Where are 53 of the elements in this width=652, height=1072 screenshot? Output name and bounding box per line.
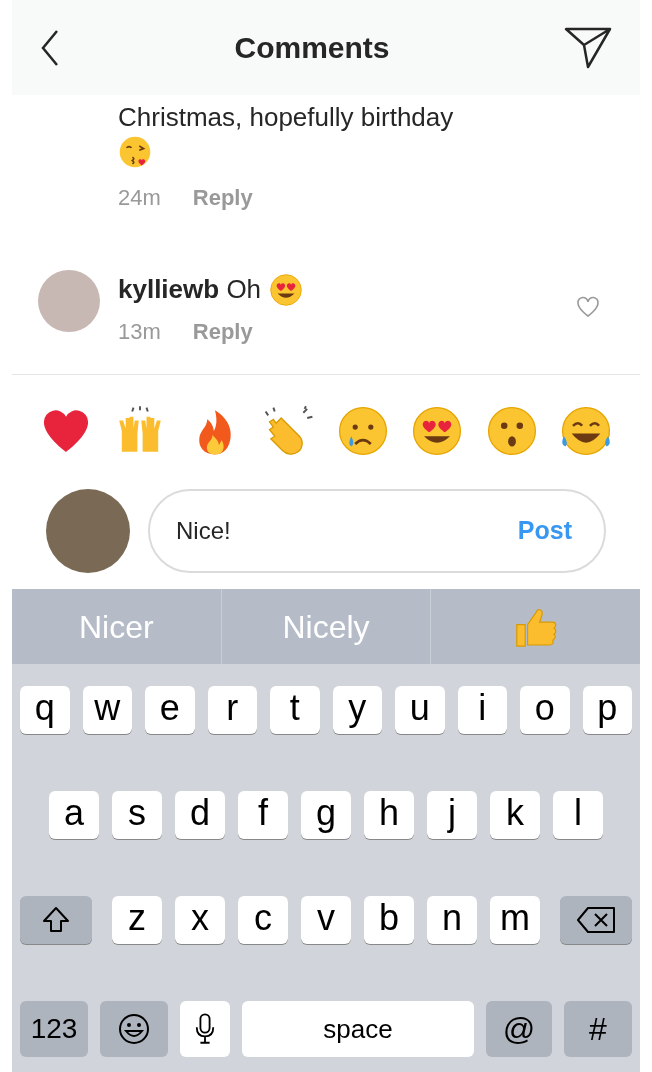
letter-key[interactable]: u — [395, 686, 445, 734]
heart-outline-icon[interactable] — [576, 296, 600, 318]
letter-key[interactable]: o — [520, 686, 570, 734]
letter-key[interactable]: a — [49, 791, 99, 839]
comment-time: 24m — [118, 184, 161, 212]
smiley-icon — [118, 1013, 150, 1045]
letter-key[interactable]: b — [364, 896, 414, 944]
header-title: Comments — [234, 30, 390, 66]
letter-key[interactable]: w — [82, 686, 132, 734]
comment-input-value: Nice! — [176, 516, 231, 546]
microphone-icon — [194, 1012, 216, 1046]
letter-key[interactable]: x — [175, 896, 225, 944]
letter-key[interactable]: f — [238, 791, 288, 839]
microphone-key[interactable] — [180, 1001, 230, 1057]
laughing-tears-face-icon — [559, 405, 612, 457]
crying-face-icon — [337, 405, 390, 457]
letter-key[interactable]: z — [112, 896, 162, 944]
paper-plane-icon[interactable] — [564, 25, 612, 70]
letter-key[interactable]: m — [490, 896, 540, 944]
numbers-key[interactable]: 123 — [20, 1001, 88, 1057]
letter-key[interactable]: p — [582, 686, 632, 734]
letter-key[interactable]: v — [301, 896, 351, 944]
letter-key[interactable]: t — [270, 686, 320, 734]
letter-key[interactable]: h — [364, 791, 414, 839]
kissing-face-icon — [118, 135, 152, 169]
letter-key[interactable]: r — [207, 686, 257, 734]
letter-key[interactable]: j — [427, 791, 477, 839]
letter-key[interactable]: e — [145, 686, 195, 734]
backspace-icon — [576, 906, 616, 934]
emoji-key[interactable] — [100, 1001, 168, 1057]
letter-key[interactable]: y — [332, 686, 382, 734]
letter-key[interactable]: c — [238, 896, 288, 944]
shift-key[interactable] — [20, 896, 92, 944]
letter-key[interactable]: n — [427, 896, 477, 944]
surprised-face-icon — [485, 405, 538, 457]
letter-key[interactable]: d — [175, 791, 225, 839]
comment-text: kylliewb Oh — [118, 273, 262, 306]
at-key[interactable]: @ — [486, 1001, 552, 1057]
heart-eyes-face-icon — [269, 272, 304, 307]
comment-text: Christmas, hopefully birthday — [118, 101, 455, 133]
heart-eyes-face-icon — [411, 405, 464, 457]
letter-key[interactable]: s — [112, 791, 162, 839]
comment-time: 13m — [118, 318, 161, 346]
shift-arrow-icon — [41, 905, 71, 935]
backspace-key[interactable] — [560, 896, 632, 944]
letter-key[interactable]: g — [301, 791, 351, 839]
letter-key[interactable]: i — [457, 686, 507, 734]
letter-key[interactable]: q — [20, 686, 70, 734]
space-key[interactable]: space — [242, 1001, 474, 1057]
comment-input-field[interactable]: Nice! Post — [148, 489, 606, 573]
letter-key[interactable]: l — [553, 791, 603, 839]
letter-key[interactable]: k — [490, 791, 540, 839]
hash-key[interactable]: # — [564, 1001, 632, 1057]
